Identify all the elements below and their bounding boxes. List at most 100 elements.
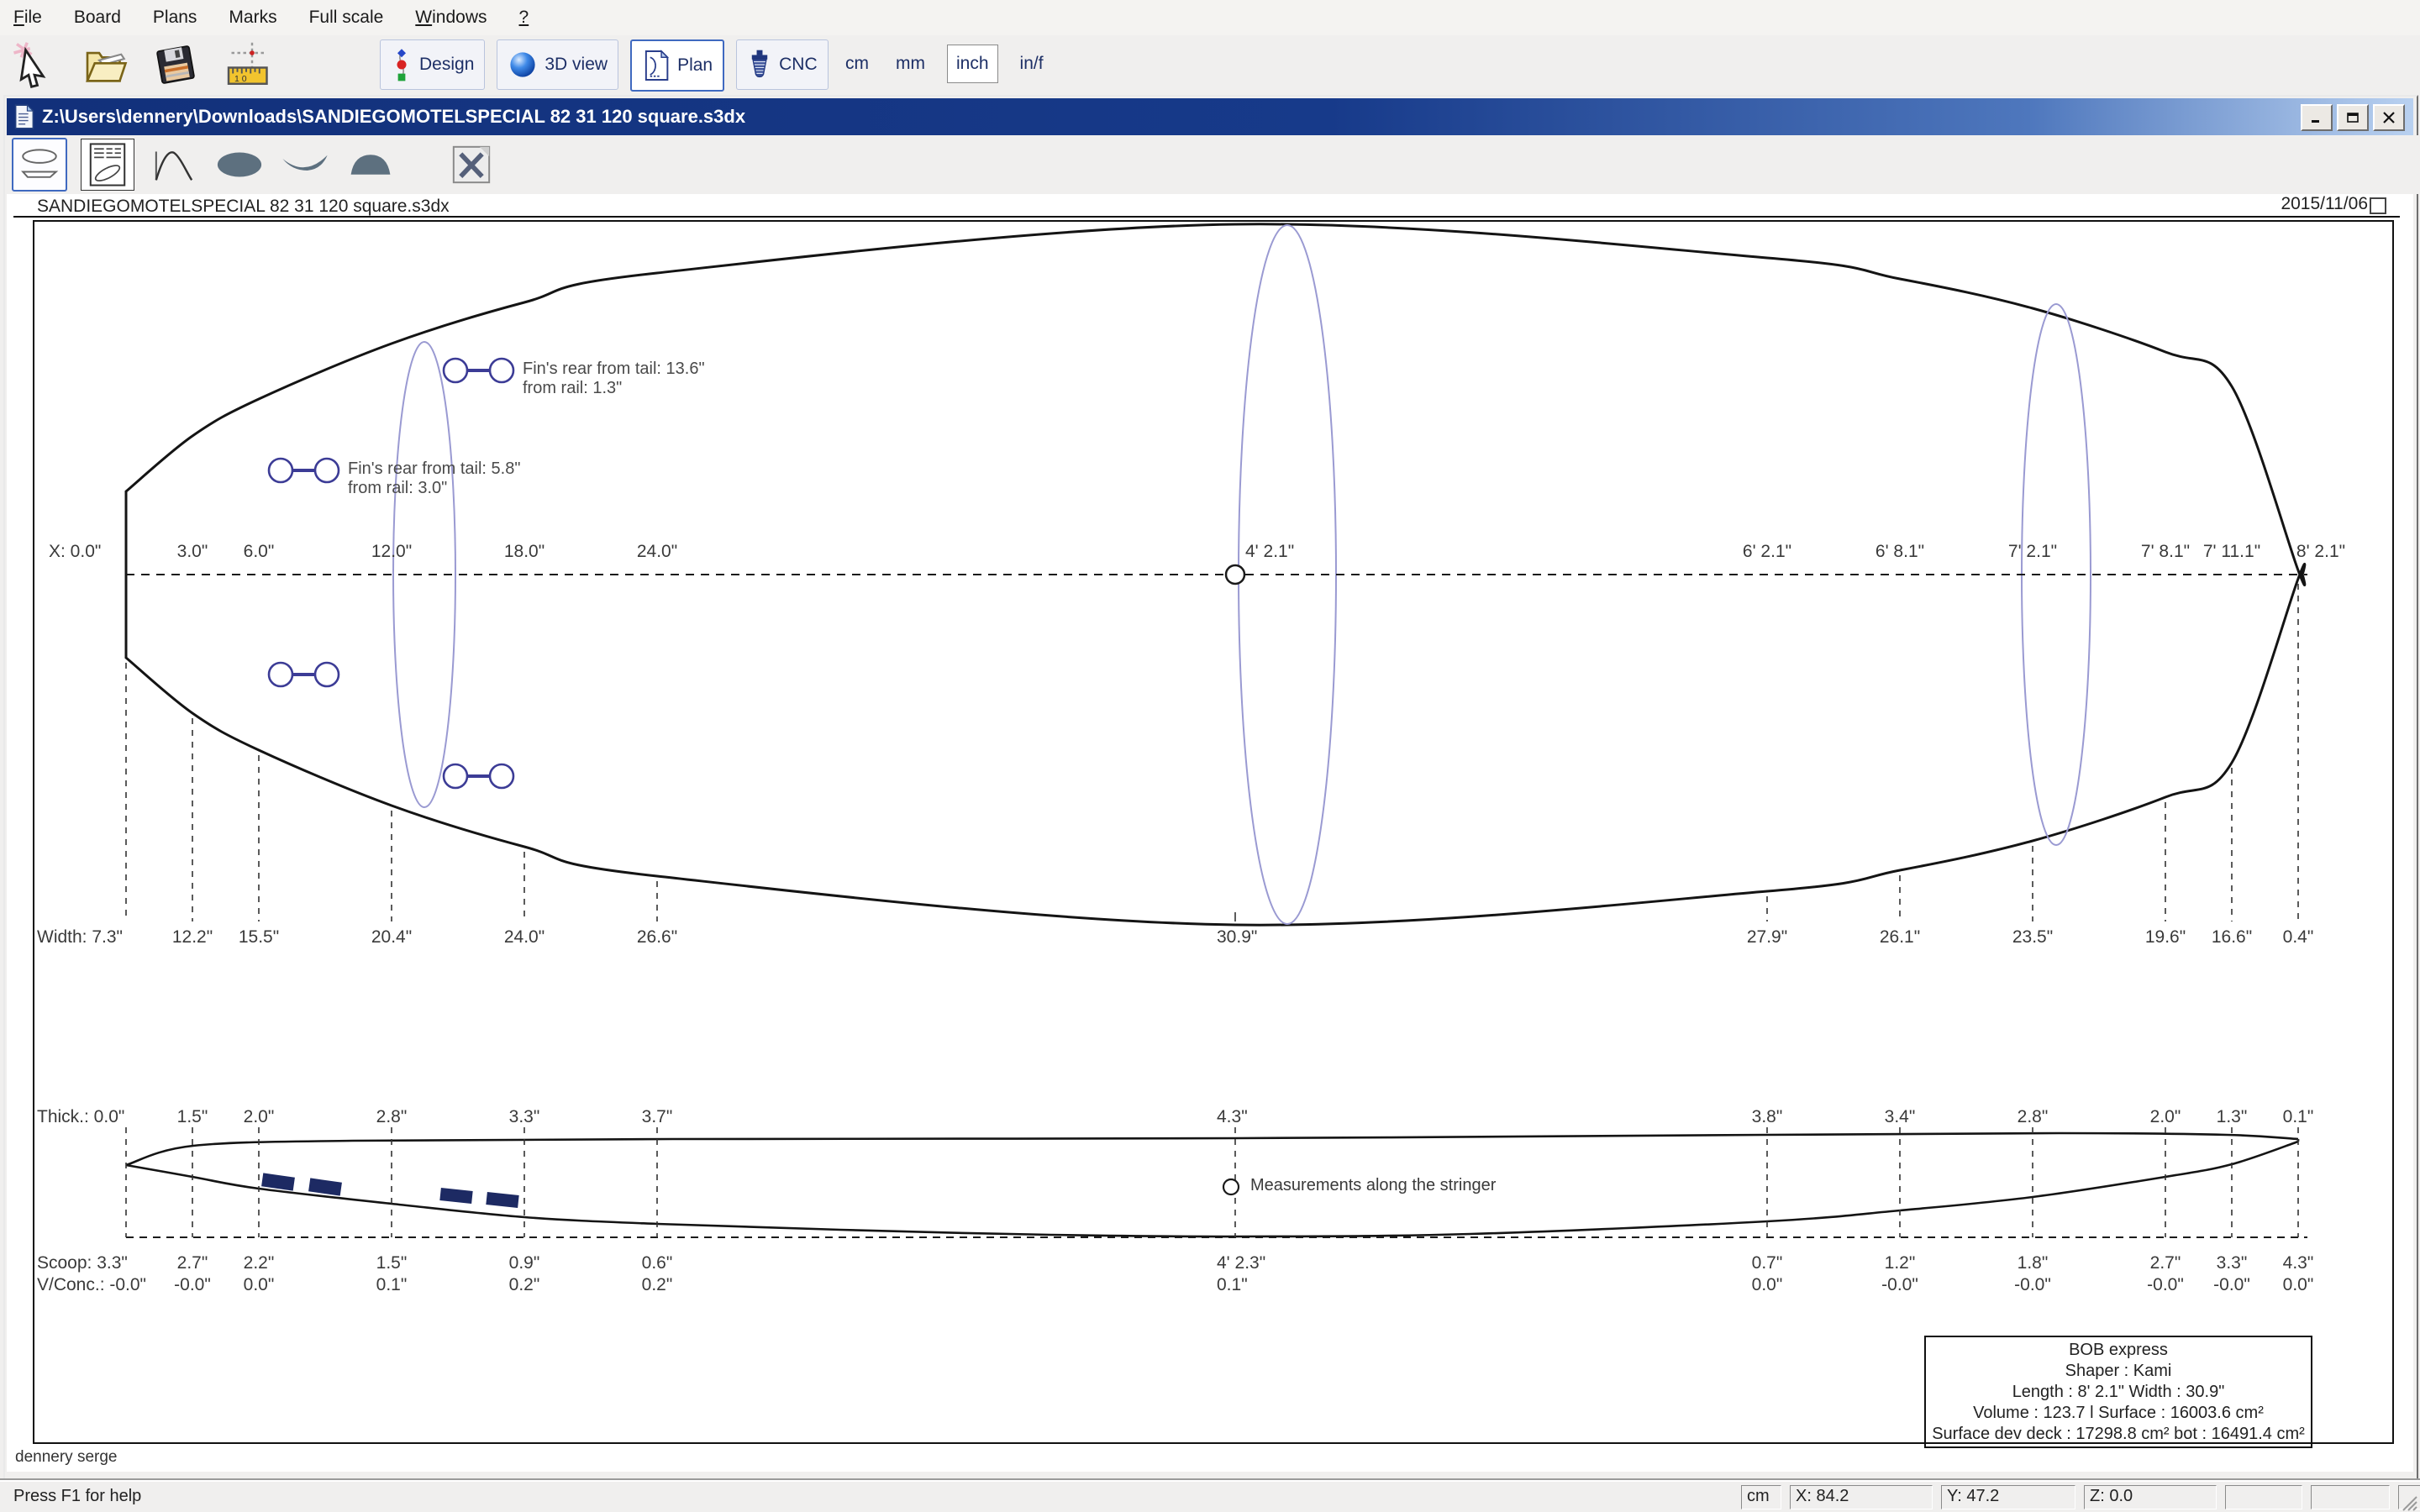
save-icon[interactable] (150, 39, 202, 91)
measure-width-2: 15.5" (239, 927, 279, 948)
svg-text:1 0: 1 0 (234, 74, 247, 84)
measure-width-0: Width: 7.3" (37, 927, 123, 948)
menu-bar: File Board Plans Marks Full scale Windows? (0, 0, 2420, 35)
document-icon (13, 104, 35, 129)
menu-item-marks[interactable]: Marks (229, 8, 276, 28)
menu-item--[interactable]: ? (519, 8, 529, 28)
menu-item-full-scale[interactable]: Full scale (309, 8, 384, 28)
measure-x-3: 12.0" (371, 542, 412, 562)
plan-shape-solid-button[interactable] (213, 139, 266, 190)
document-date: 2015/11/06 (2281, 194, 2368, 214)
view-mode-buttons: Design 3D view Plan (380, 39, 829, 92)
measure-width-3: 20.4" (371, 927, 412, 948)
document-title: SANDIEGOMOTELSPECIAL 82 31 120 square.s3… (37, 197, 450, 217)
status-help-text: Press F1 for help (13, 1487, 141, 1506)
minimize-button[interactable] (2301, 104, 2333, 131)
measure-scoop-6: 4' 2.3" (1217, 1253, 1265, 1273)
measure-thick-6: 4.3" (1217, 1107, 1248, 1127)
measure-scoop-0: Scoop: 3.3" (37, 1253, 128, 1273)
status-field-y: Y: 47.2 (1941, 1485, 2075, 1509)
unit-cm[interactable]: cm (840, 50, 874, 77)
measure-scoop-1: 2.7" (177, 1253, 208, 1273)
measure-x-11: 7' 11.1" (2203, 542, 2260, 562)
measure-width-1: 12.2" (172, 927, 213, 948)
export-excel-button[interactable] (445, 139, 497, 190)
sphere-icon (508, 50, 538, 80)
measure-thick-10: 2.0" (2150, 1107, 2181, 1127)
unit-inf[interactable]: in/f (1015, 50, 1049, 77)
measure-scoop-5: 0.6" (642, 1253, 673, 1273)
measure-scoop-10: 2.7" (2150, 1253, 2181, 1273)
outline-profile-view-button[interactable] (12, 138, 67, 192)
open-file-icon[interactable] (79, 39, 131, 91)
board-info-box: BOB expressShaper : KamiLength : 8' 2.1"… (1924, 1336, 2312, 1448)
measure-scoop-3: 1.5" (376, 1253, 408, 1273)
measure-x-6: 4' 2.1" (1245, 542, 1294, 562)
status-field-z: Z: 0.0 (2084, 1485, 2217, 1509)
close-button[interactable] (2373, 104, 2405, 131)
measure-x-2: 6.0" (244, 542, 275, 562)
resize-grip[interactable] (2402, 1495, 2418, 1512)
measure-thick-1: 1.5" (177, 1107, 208, 1127)
measure-thick-2: 2.0" (244, 1107, 275, 1127)
measure-thick-8: 3.4" (1885, 1107, 1916, 1127)
board-window-titlebar[interactable]: Z:\Users\dennery\Downloads\SANDIEGOMOTEL… (7, 98, 2413, 135)
measure-vconc-9: -0.0" (2014, 1275, 2051, 1295)
info-box-line-4: Surface dev deck : 17298.8 cm² bot : 164… (1926, 1424, 2311, 1445)
measure-x-7: 6' 2.1" (1743, 542, 1791, 562)
status-bar: Press F1 for help cm X: 84.2 Y: 47.2 Z: 0.0 (0, 1480, 2420, 1512)
fin-label-1: Fin's rear from tail: 5.8"from rail: 3.0… (348, 459, 520, 498)
shaper-signature: dennery serge (15, 1448, 117, 1467)
3d-view-button[interactable]: 3D view (497, 39, 618, 90)
measure-thick-11: 1.3" (2217, 1107, 2248, 1127)
design-button-label: Design (419, 55, 474, 75)
menu-item-plans[interactable]: Plans (153, 8, 197, 28)
pointer-tool-icon[interactable] (8, 39, 60, 91)
file-tool-icons: 1 0 (8, 39, 272, 91)
rocker-curve-view-button[interactable] (148, 139, 200, 190)
measure-vconc-1: -0.0" (174, 1275, 211, 1295)
measure-vconc-10: -0.0" (2147, 1275, 2184, 1295)
measure-thick-4: 3.3" (509, 1107, 540, 1127)
cnc-bit-icon (747, 48, 772, 81)
measure-x-0: X: 0.0" (49, 542, 101, 562)
fin-label-0: Fin's rear from tail: 13.6"from rail: 1.… (523, 360, 705, 398)
menu-item-board[interactable]: Board (74, 8, 121, 28)
measure-thick-0: Thick.: 0.0" (37, 1107, 124, 1127)
status-field-empty (2311, 1485, 2390, 1509)
info-box-line-1: Shaper : Kami (1926, 1361, 2311, 1382)
cross-section-solid-button[interactable] (345, 139, 397, 190)
cnc-button-label: CNC (779, 55, 818, 75)
info-box-line-3: Volume : 123.7 l Surface : 16003.6 cm² (1926, 1403, 2311, 1424)
rocker-solid-button[interactable] (279, 139, 331, 190)
measure-scoop-12: 4.3" (2283, 1253, 2314, 1273)
measure-width-12: 0.4" (2283, 927, 2314, 948)
status-field-x: X: 84.2 (1790, 1485, 1933, 1509)
menu-item-file[interactable]: File (13, 8, 42, 28)
info-box-line-2: Length : 8' 2.1" Width : 30.9" (1926, 1382, 2311, 1403)
measure-thick-5: 3.7" (642, 1107, 673, 1127)
plan-button[interactable]: Plan (630, 39, 724, 92)
status-field-cm: cm (1741, 1485, 1781, 1509)
unit-inch[interactable]: inch (947, 45, 998, 83)
spec-sheet-view-button[interactable] (81, 139, 134, 191)
measure-scoop-7: 0.7" (1752, 1253, 1783, 1273)
date-checkbox[interactable] (2370, 197, 2386, 214)
measure-x-4: 18.0" (504, 542, 544, 562)
window-controls (2301, 104, 2405, 131)
plan-doc-icon (642, 49, 671, 82)
measure-x-12: 8' 2.1" (2296, 542, 2345, 562)
ruler-measure-icon[interactable]: 1 0 (220, 39, 272, 91)
menu-item-windows[interactable]: Windows (415, 8, 487, 28)
unit-mm[interactable]: mm (891, 50, 930, 77)
restore-button[interactable] (2337, 104, 2369, 131)
document-canvas[interactable] (7, 194, 2413, 1472)
measure-vconc-11: -0.0" (2213, 1275, 2250, 1295)
measure-vconc-2: 0.0" (244, 1275, 275, 1295)
design-button[interactable]: Design (380, 39, 485, 90)
measure-thick-7: 3.8" (1752, 1107, 1783, 1127)
measure-vconc-0: V/Conc.: -0.0" (37, 1275, 146, 1295)
cnc-button[interactable]: CNC (736, 39, 829, 90)
measure-width-8: 26.1" (1880, 927, 1920, 948)
stringer-note: Measurements along the stringer (1250, 1176, 1496, 1195)
